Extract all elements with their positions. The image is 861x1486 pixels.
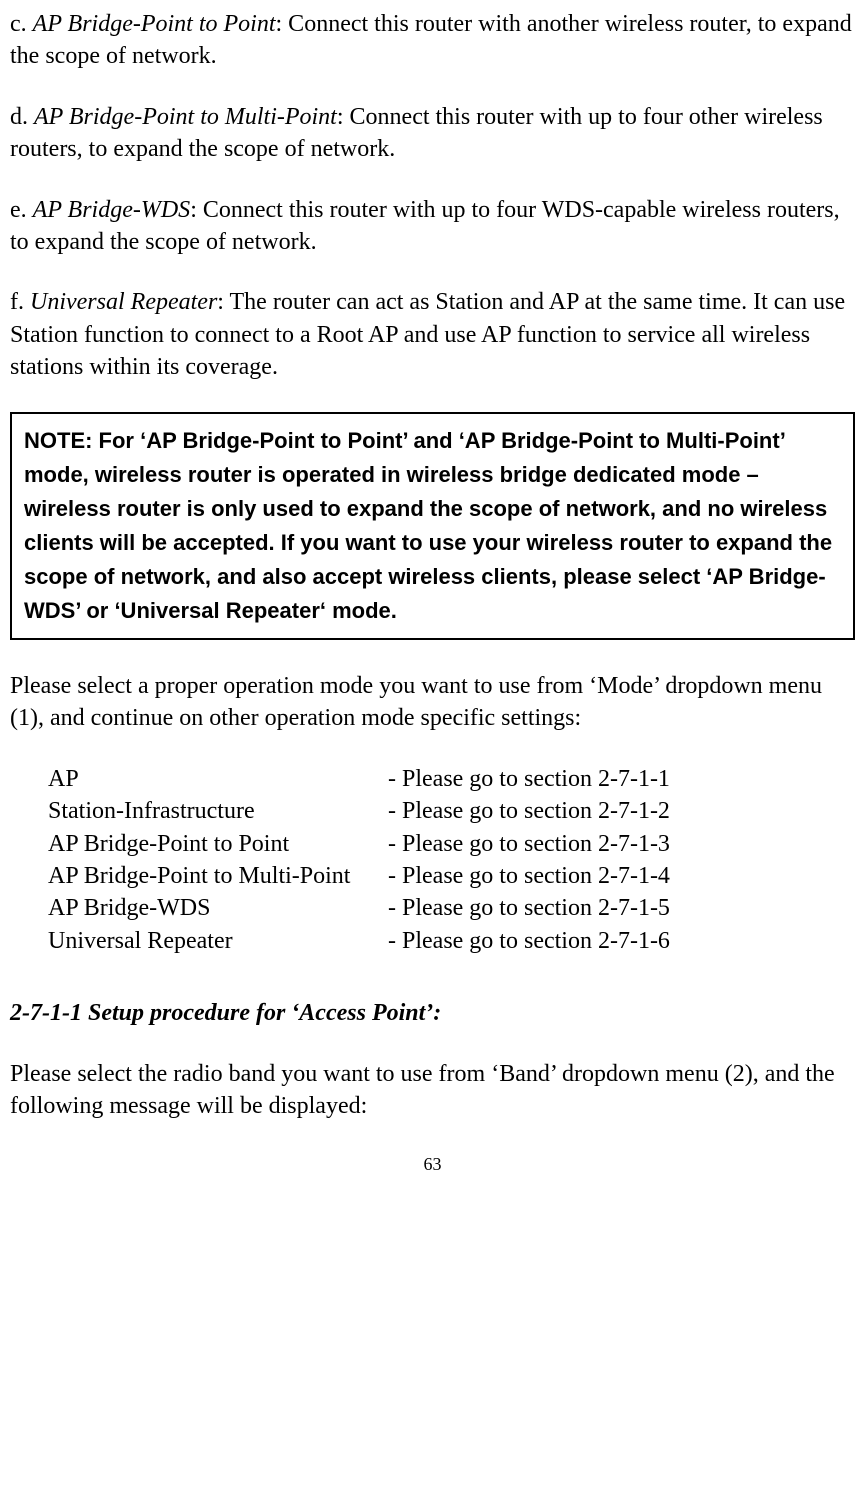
page-number: 63 — [10, 1152, 855, 1176]
mode-label: AP Bridge-Point to Point — [48, 828, 388, 860]
title-e: AP Bridge-WDS — [33, 197, 191, 223]
prefix-e: e. — [10, 197, 33, 223]
paragraph-e: e. AP Bridge-WDS: Connect this router wi… — [10, 194, 855, 259]
prefix-c: c. — [10, 11, 33, 37]
mode-row: AP - Please go to section 2-7-1-1 — [48, 763, 855, 795]
mode-label: Station-Infrastructure — [48, 795, 388, 827]
mode-row: AP Bridge-Point to Point - Please go to … — [48, 828, 855, 860]
mode-row: AP Bridge-WDS - Please go to section 2-7… — [48, 892, 855, 924]
note-text: NOTE: For ‘AP Bridge-Point to Point’ and… — [24, 428, 832, 623]
title-c: AP Bridge-Point to Point — [33, 11, 276, 37]
section-heading: 2-7-1-1 Setup procedure for ‘Access Poin… — [10, 997, 855, 1029]
mode-section: - Please go to section 2-7-1-2 — [388, 795, 670, 827]
prefix-d: d. — [10, 104, 34, 130]
mode-section: - Please go to section 2-7-1-1 — [388, 763, 670, 795]
title-f: Universal Repeater — [30, 289, 217, 315]
mode-label: AP — [48, 763, 388, 795]
mode-section: - Please go to section 2-7-1-6 — [388, 925, 670, 957]
mode-section: - Please go to section 2-7-1-5 — [388, 892, 670, 924]
prefix-f: f. — [10, 289, 30, 315]
mode-section: - Please go to section 2-7-1-4 — [388, 860, 670, 892]
note-box: NOTE: For ‘AP Bridge-Point to Point’ and… — [10, 412, 855, 641]
mode-list: AP - Please go to section 2-7-1-1 Statio… — [48, 763, 855, 957]
paragraph-d: d. AP Bridge-Point to Multi-Point: Conne… — [10, 101, 855, 166]
title-d: AP Bridge-Point to Multi-Point — [34, 104, 337, 130]
mode-label: AP Bridge-WDS — [48, 892, 388, 924]
mode-label: AP Bridge-Point to Multi-Point — [48, 860, 388, 892]
band-paragraph: Please select the radio band you want to… — [10, 1058, 855, 1123]
mode-row: AP Bridge-Point to Multi-Point - Please … — [48, 860, 855, 892]
paragraph-c: c. AP Bridge-Point to Point: Connect thi… — [10, 8, 855, 73]
after-note-paragraph: Please select a proper operation mode yo… — [10, 670, 855, 735]
paragraph-f: f. Universal Repeater: The router can ac… — [10, 286, 855, 383]
mode-label: Universal Repeater — [48, 925, 388, 957]
mode-row: Universal Repeater - Please go to sectio… — [48, 925, 855, 957]
mode-section: - Please go to section 2-7-1-3 — [388, 828, 670, 860]
mode-row: Station-Infrastructure - Please go to se… — [48, 795, 855, 827]
